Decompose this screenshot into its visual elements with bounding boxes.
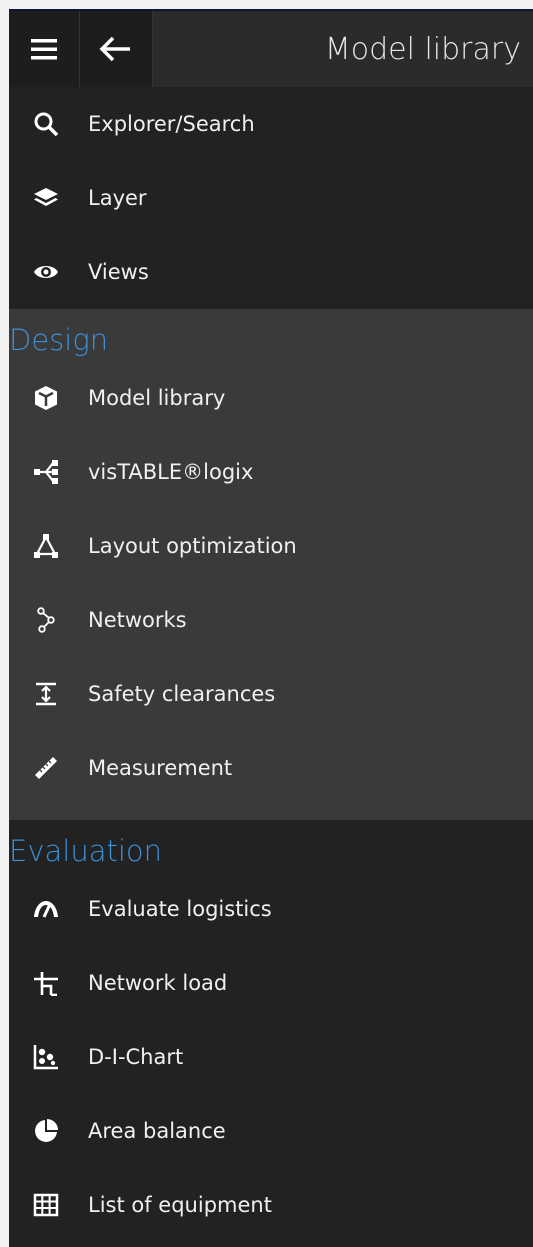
menu-item-label: Evaluate logistics (88, 897, 272, 921)
menu-item-network-load[interactable]: Network load (9, 946, 533, 1020)
menu-item-label: Layer (88, 186, 147, 210)
back-button[interactable] (80, 11, 153, 87)
section-heading-label: Design (9, 323, 109, 357)
ruler-icon (33, 755, 59, 781)
clearance-icon (33, 681, 59, 707)
menu-item-d-i-chart[interactable]: D-I-Chart (9, 1020, 533, 1094)
menu-item-measurement[interactable]: Measurement (9, 731, 533, 805)
menu-item-networks[interactable]: Networks (9, 583, 533, 657)
network-triangle-icon (33, 533, 59, 559)
menu-item-label: Safety clearances (88, 682, 276, 706)
section-heading-evaluation: Evaluation (9, 820, 533, 872)
top-menu-group: Explorer/Search Layer Views (9, 87, 533, 309)
top-bar: Model library (9, 9, 533, 87)
menu-item-label: Model library (88, 386, 226, 410)
menu-item-evaluate-logistics[interactable]: Evaluate logistics (9, 872, 533, 946)
network-load-icon (33, 970, 59, 996)
menu-item-label: Network load (88, 971, 228, 995)
evaluation-group: Evaluation Evaluate logistics Network lo… (9, 820, 533, 1242)
page-title: Model library (324, 31, 521, 67)
menu-item-list-of-equipment[interactable]: List of equipment (9, 1168, 533, 1242)
search-icon (33, 111, 59, 137)
menu-item-label: Views (88, 260, 149, 284)
menu-item-layout-optimization[interactable]: Layout optimization (9, 509, 533, 583)
menu-item-label: List of equipment (88, 1193, 272, 1217)
menu-item-label: Measurement (88, 756, 233, 780)
design-group: Design Model library visTABLE®logix Layo… (9, 309, 533, 820)
gauge-icon (33, 896, 59, 922)
menu-item-safety-clearances[interactable]: Safety clearances (9, 657, 533, 731)
table-icon (33, 1192, 59, 1218)
menu-item-label: Networks (88, 608, 187, 632)
menu-item-label: visTABLE®logix (88, 460, 254, 484)
flow-icon (33, 459, 59, 485)
pie-chart-icon (33, 1118, 59, 1144)
menu-item-label: Area balance (88, 1119, 226, 1143)
hamburger-menu-button[interactable] (9, 11, 80, 87)
menu-item-explorer-search[interactable]: Explorer/Search (9, 87, 533, 161)
section-heading-label: Evaluation (9, 834, 163, 868)
eye-icon (33, 259, 59, 285)
scatter-chart-icon (33, 1044, 59, 1070)
side-menu-panel: Model library Explorer/Search Layer View… (9, 9, 533, 1247)
arrow-left-icon (99, 36, 130, 62)
layers-icon (33, 185, 59, 211)
menu-item-views[interactable]: Views (9, 235, 533, 309)
hamburger-icon (31, 39, 57, 60)
menu-item-model-library[interactable]: Model library (9, 361, 533, 435)
menu-item-vistable-logix[interactable]: visTABLE®logix (9, 435, 533, 509)
menu-item-label: Layout optimization (88, 534, 297, 558)
menu-item-layer[interactable]: Layer (9, 161, 533, 235)
menu-item-area-balance[interactable]: Area balance (9, 1094, 533, 1168)
menu-item-label: D-I-Chart (88, 1045, 184, 1069)
network-path-icon (33, 607, 59, 633)
section-heading-design: Design (9, 309, 533, 361)
cube-icon (33, 385, 59, 411)
menu-item-label: Explorer/Search (88, 112, 255, 136)
